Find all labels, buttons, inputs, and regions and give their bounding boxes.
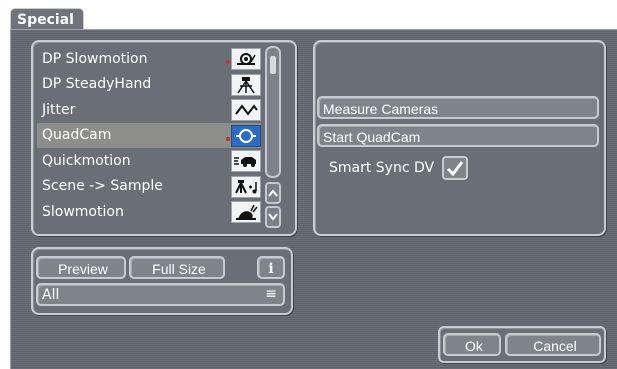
preview-button[interactable]: Preview [36, 256, 126, 279]
tab-special[interactable]: Special [10, 8, 84, 30]
checkmark-icon [447, 161, 464, 176]
filter-select[interactable]: All ≡ [36, 283, 285, 306]
effects-list-panel: DP Slowmotion DP SteadyHand Jitter QuadC… [31, 40, 297, 236]
smart-sync-row: Smart Sync DV [329, 156, 469, 180]
measure-cameras-button[interactable]: Measure Cameras [317, 96, 599, 119]
effects-list: DP Slowmotion DP SteadyHand Jitter QuadC… [33, 46, 261, 225]
list-item[interactable]: DP Slowmotion [33, 46, 261, 72]
marker-dot [226, 60, 230, 64]
effect-label: DP SteadyHand [42, 76, 152, 93]
smart-sync-label: Smart Sync DV [329, 160, 435, 176]
dialog-buttons-panel: Ok Cancel [438, 326, 606, 363]
list-item[interactable]: Jitter [33, 97, 261, 123]
main-area: DP Slowmotion DP SteadyHand Jitter QuadC… [10, 29, 617, 369]
start-quadcam-button[interactable]: Start QuadCam [317, 124, 599, 147]
quadcam-icon [231, 124, 261, 147]
scrollbar-thumb[interactable] [265, 46, 281, 178]
snail-icon [231, 48, 261, 70]
scene-sample-icon [231, 175, 261, 198]
list-item[interactable]: Quickmotion [33, 148, 261, 174]
cancel-button[interactable]: Cancel [505, 333, 601, 356]
menu-icon: ≡ [265, 286, 277, 302]
list-item[interactable]: Scene -> Sample [33, 174, 261, 200]
scroll-down-button[interactable] [265, 206, 281, 228]
effect-label: Scene -> Sample [42, 178, 163, 195]
jitter-wave-icon [231, 99, 261, 121]
preview-panel: Preview Full Size i All ≡ [31, 247, 293, 315]
smart-sync-checkbox[interactable] [442, 156, 469, 180]
chevron-down-icon [268, 213, 278, 221]
effect-label: Jitter [42, 101, 76, 118]
effect-label: Quickmotion [42, 152, 131, 169]
marker-dot [226, 136, 230, 141]
effect-label: DP Slowmotion [42, 50, 148, 67]
ok-button[interactable]: Ok [443, 333, 501, 356]
list-item[interactable]: DP SteadyHand [33, 72, 261, 98]
snail-icon [231, 201, 261, 223]
scroll-up-button[interactable] [265, 182, 281, 204]
tripod-icon [231, 73, 261, 96]
filter-value: All [42, 287, 60, 303]
effect-label: QuadCam [42, 127, 112, 144]
info-button[interactable]: i [257, 256, 285, 279]
special-window: Special DP Slowmotion DP SteadyHand Jitt… [0, 0, 617, 369]
fast-car-icon [231, 150, 261, 172]
scroll-grip [270, 56, 276, 74]
list-item[interactable]: QuadCam [37, 122, 261, 148]
effect-settings-panel: Measure Cameras Start QuadCam Smart Sync… [313, 40, 606, 236]
full-size-button[interactable]: Full Size [129, 256, 225, 279]
list-item[interactable]: Slowmotion [33, 199, 261, 225]
effect-label: Slowmotion [42, 203, 124, 220]
chevron-up-icon [268, 189, 278, 197]
